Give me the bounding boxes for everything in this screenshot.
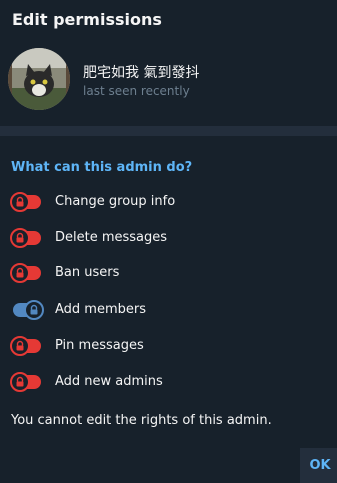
toggle-knob xyxy=(10,192,30,212)
lock-icon xyxy=(16,267,24,278)
toggle-knob xyxy=(24,300,44,320)
lock-icon xyxy=(16,232,24,243)
user-info: 肥宅如我 氣到發抖 last seen recently xyxy=(8,48,337,112)
permission-toggle[interactable] xyxy=(10,372,41,392)
ok-button[interactable]: OK xyxy=(300,448,337,483)
permission-label: Delete messages xyxy=(55,230,168,245)
permission-label: Add members xyxy=(55,302,146,317)
toggle-knob xyxy=(10,336,30,356)
permission-row[interactable]: Ban users xyxy=(0,259,337,289)
lock-icon xyxy=(16,376,24,387)
permission-label: Add new admins xyxy=(55,374,163,389)
permission-toggle[interactable] xyxy=(10,336,41,356)
dialog-title: Edit permissions xyxy=(12,10,162,29)
permission-toggle[interactable] xyxy=(13,300,44,320)
toggle-knob xyxy=(10,263,30,283)
permission-row[interactable]: Add new admins xyxy=(0,368,337,398)
permission-row[interactable]: Add members xyxy=(0,296,337,326)
section-title: What can this admin do? xyxy=(11,160,193,175)
section-divider xyxy=(0,126,337,136)
permission-row[interactable]: Change group info xyxy=(0,188,337,218)
toggle-knob xyxy=(10,228,30,248)
permission-label: Pin messages xyxy=(55,338,144,353)
lock-icon xyxy=(16,340,24,351)
avatar xyxy=(8,48,70,110)
cat-photo-icon xyxy=(8,48,70,110)
lock-icon xyxy=(16,196,24,207)
permission-row[interactable]: Pin messages xyxy=(0,332,337,362)
permission-label: Change group info xyxy=(55,194,176,209)
permission-row[interactable]: Delete messages xyxy=(0,224,337,254)
lock-icon xyxy=(30,304,38,315)
permission-toggle[interactable] xyxy=(10,263,41,283)
permission-label: Ban users xyxy=(55,265,120,280)
permission-toggle[interactable] xyxy=(10,228,41,248)
note-text: You cannot edit the rights of this admin… xyxy=(11,413,272,428)
permission-toggle[interactable] xyxy=(10,192,41,212)
user-name: 肥宅如我 氣到發抖 xyxy=(83,65,200,81)
user-status: last seen recently xyxy=(83,84,190,98)
toggle-knob xyxy=(10,372,30,392)
